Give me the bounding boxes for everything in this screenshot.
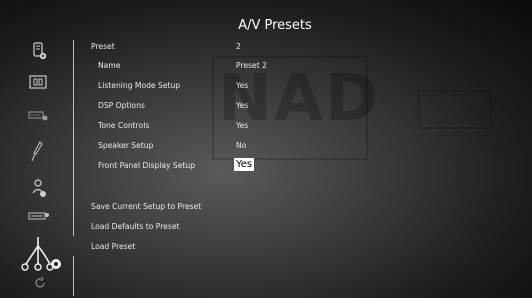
preset-value[interactable]: 2	[236, 42, 241, 51]
speaker-grid-icon[interactable]	[28, 74, 48, 90]
row-value-name[interactable]: Preset 2	[236, 61, 267, 70]
save-current-setup-button[interactable]: Save Current Setup to Preset	[91, 202, 201, 211]
row-label-name[interactable]: Name	[98, 61, 120, 70]
background-decoration	[418, 90, 492, 129]
audio-cable-icon[interactable]	[30, 140, 46, 162]
sidebar	[0, 0, 74, 298]
row-label-front-panel-display[interactable]: Front Panel Display Setup	[98, 161, 195, 170]
row-label-listening-mode[interactable]: Listening Mode Setup	[98, 81, 180, 90]
row-label-dsp-options[interactable]: DSP Options	[98, 101, 145, 110]
sidebar-divider-lower	[73, 256, 74, 296]
row-label-speaker-setup[interactable]: Speaker Setup	[98, 141, 153, 150]
preset-label: Preset	[91, 42, 115, 51]
sidebar-divider	[73, 40, 74, 236]
av-presets-screen: NAD A/V Presets Preset 2 Name Preset 2 L…	[0, 0, 532, 298]
load-defaults-button[interactable]: Load Defaults to Preset	[91, 222, 179, 231]
row-value-speaker-setup[interactable]: No	[236, 141, 246, 150]
row-label-tone-controls[interactable]: Tone Controls	[98, 121, 149, 130]
load-preset-button[interactable]: Load Preset	[91, 242, 135, 251]
av-cables-preset-icon[interactable]	[14, 234, 64, 274]
person-settings-icon[interactable]	[30, 178, 48, 198]
input-settings-icon[interactable]	[28, 110, 48, 122]
refresh-icon[interactable]	[33, 276, 47, 290]
row-value-front-panel-display-selected[interactable]: Yes	[234, 158, 255, 171]
row-value-listening-mode[interactable]: Yes	[236, 81, 248, 90]
row-value-tone-controls[interactable]: Yes	[236, 121, 248, 130]
display-settings-icon[interactable]	[28, 210, 50, 222]
row-value-dsp-options[interactable]: Yes	[236, 101, 248, 110]
device-settings-icon[interactable]	[30, 42, 48, 60]
page-title: A/V Presets	[238, 18, 312, 33]
